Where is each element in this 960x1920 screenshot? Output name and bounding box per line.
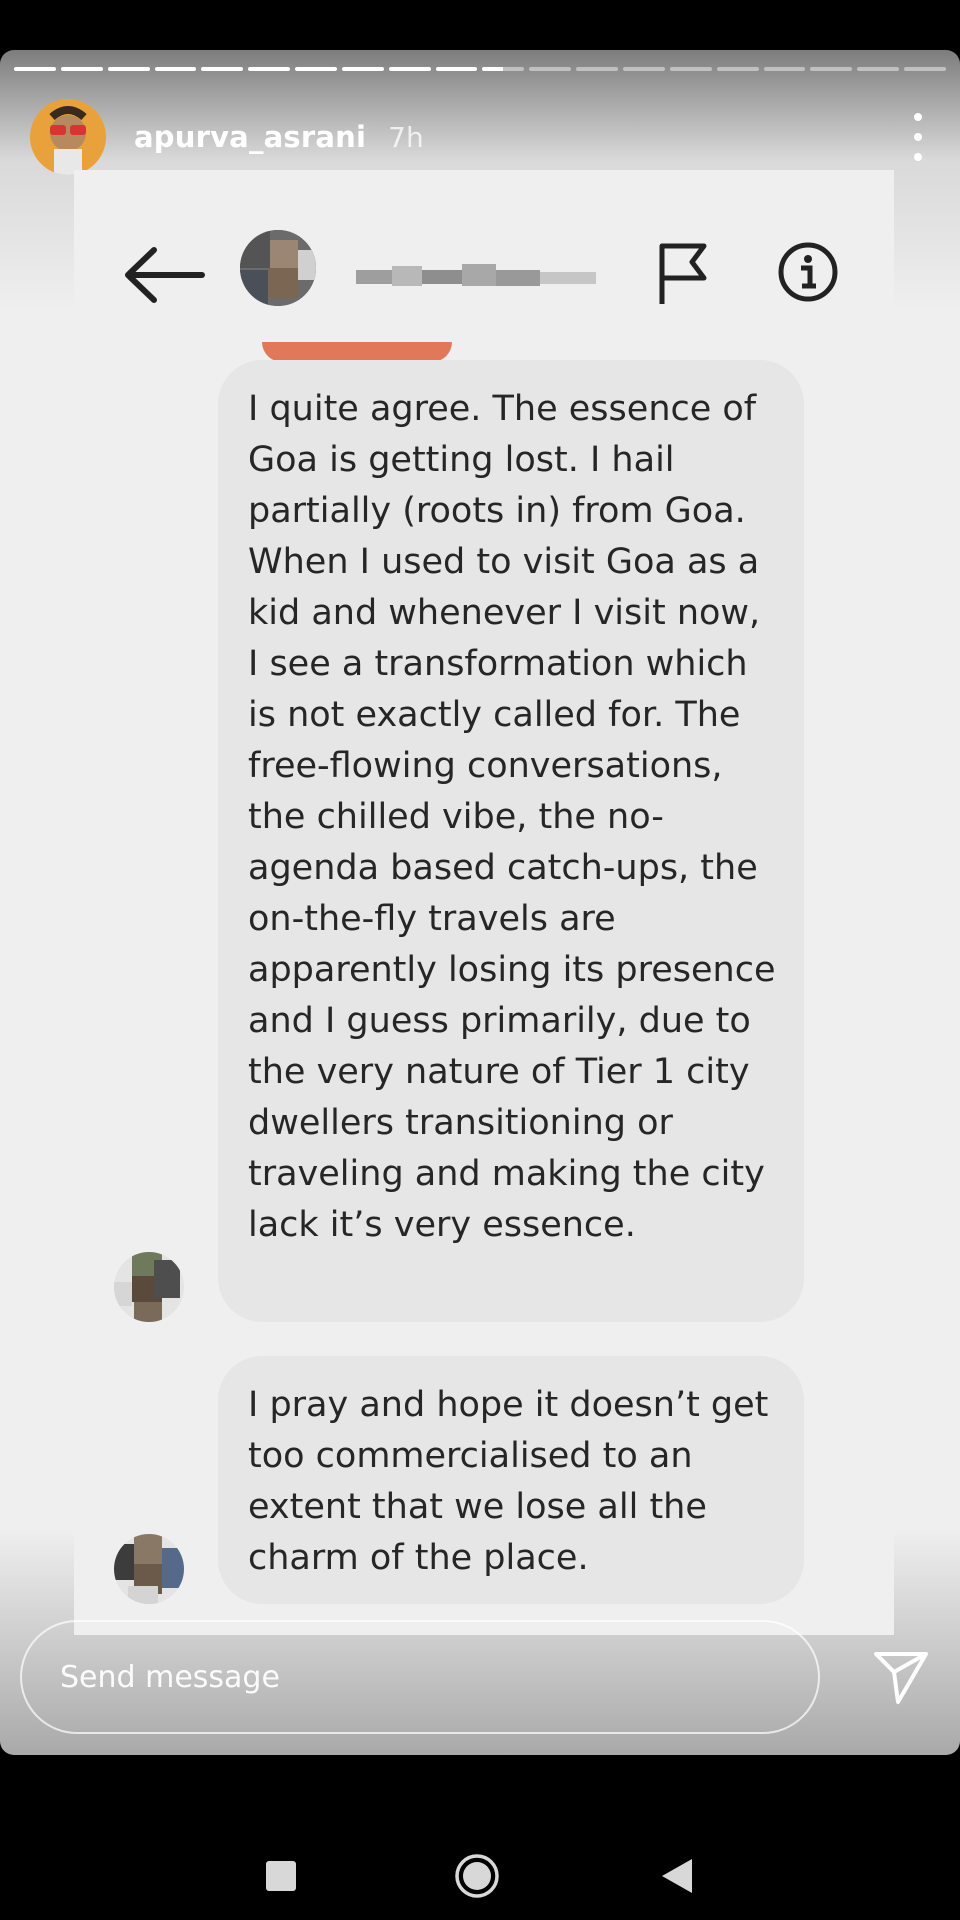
system-navigation-bar <box>0 1755 960 1920</box>
progress-segment <box>529 67 572 71</box>
dm-header <box>74 170 894 340</box>
progress-segment <box>904 67 946 71</box>
story-header: apurva_asrani 7h <box>30 96 930 178</box>
blurred-avatar <box>240 230 316 306</box>
progress-segment <box>622 67 665 71</box>
progress-segment <box>388 67 431 71</box>
progress-segment <box>154 67 197 71</box>
progress-segment <box>248 67 291 71</box>
progress-segment <box>857 67 900 71</box>
sender-avatar <box>114 1252 184 1322</box>
square-recents-icon[interactable] <box>266 1861 296 1891</box>
paper-plane-icon[interactable] <box>872 1648 930 1706</box>
more-vertical-icon[interactable] <box>906 113 930 161</box>
send-message-placeholder: Send message <box>60 1659 280 1695</box>
triangle-back-icon[interactable] <box>660 1857 694 1895</box>
arrow-left-icon <box>125 247 205 303</box>
progress-segment <box>435 67 478 71</box>
progress-segment <box>295 67 337 71</box>
progress-segment <box>341 67 384 71</box>
send-message-input[interactable]: Send message <box>20 1620 820 1734</box>
message-bubble: I quite agree. The essence of Goa is get… <box>218 360 804 1322</box>
blurred-contact-name <box>356 264 596 286</box>
previous-message-edge <box>262 342 452 362</box>
progress-segment <box>14 67 56 71</box>
story-username[interactable]: apurva_asrani <box>134 120 366 154</box>
progress-segment <box>60 67 103 71</box>
progress-segment <box>482 67 525 71</box>
story-viewer[interactable]: apurva_asrani 7h I quite agree. The esse… <box>0 50 960 1755</box>
message-bubble: I pray and hope it doesn’t get too comme… <box>218 1356 804 1604</box>
info-circle-icon <box>778 242 838 302</box>
flag-icon <box>659 243 707 304</box>
progress-segment <box>763 67 806 71</box>
progress-segment <box>107 67 150 71</box>
story-progress-bar <box>14 67 946 71</box>
progress-segment <box>201 67 244 71</box>
circle-home-icon[interactable] <box>454 1853 500 1899</box>
dm-screenshot: I quite agree. The essence of Goa is get… <box>74 170 894 1635</box>
progress-segment <box>716 67 759 71</box>
progress-segment <box>576 67 618 71</box>
progress-segment <box>669 67 712 71</box>
sender-avatar <box>114 1534 184 1604</box>
story-timestamp: 7h <box>388 120 424 154</box>
progress-segment <box>810 67 853 71</box>
story-avatar[interactable] <box>30 99 106 175</box>
